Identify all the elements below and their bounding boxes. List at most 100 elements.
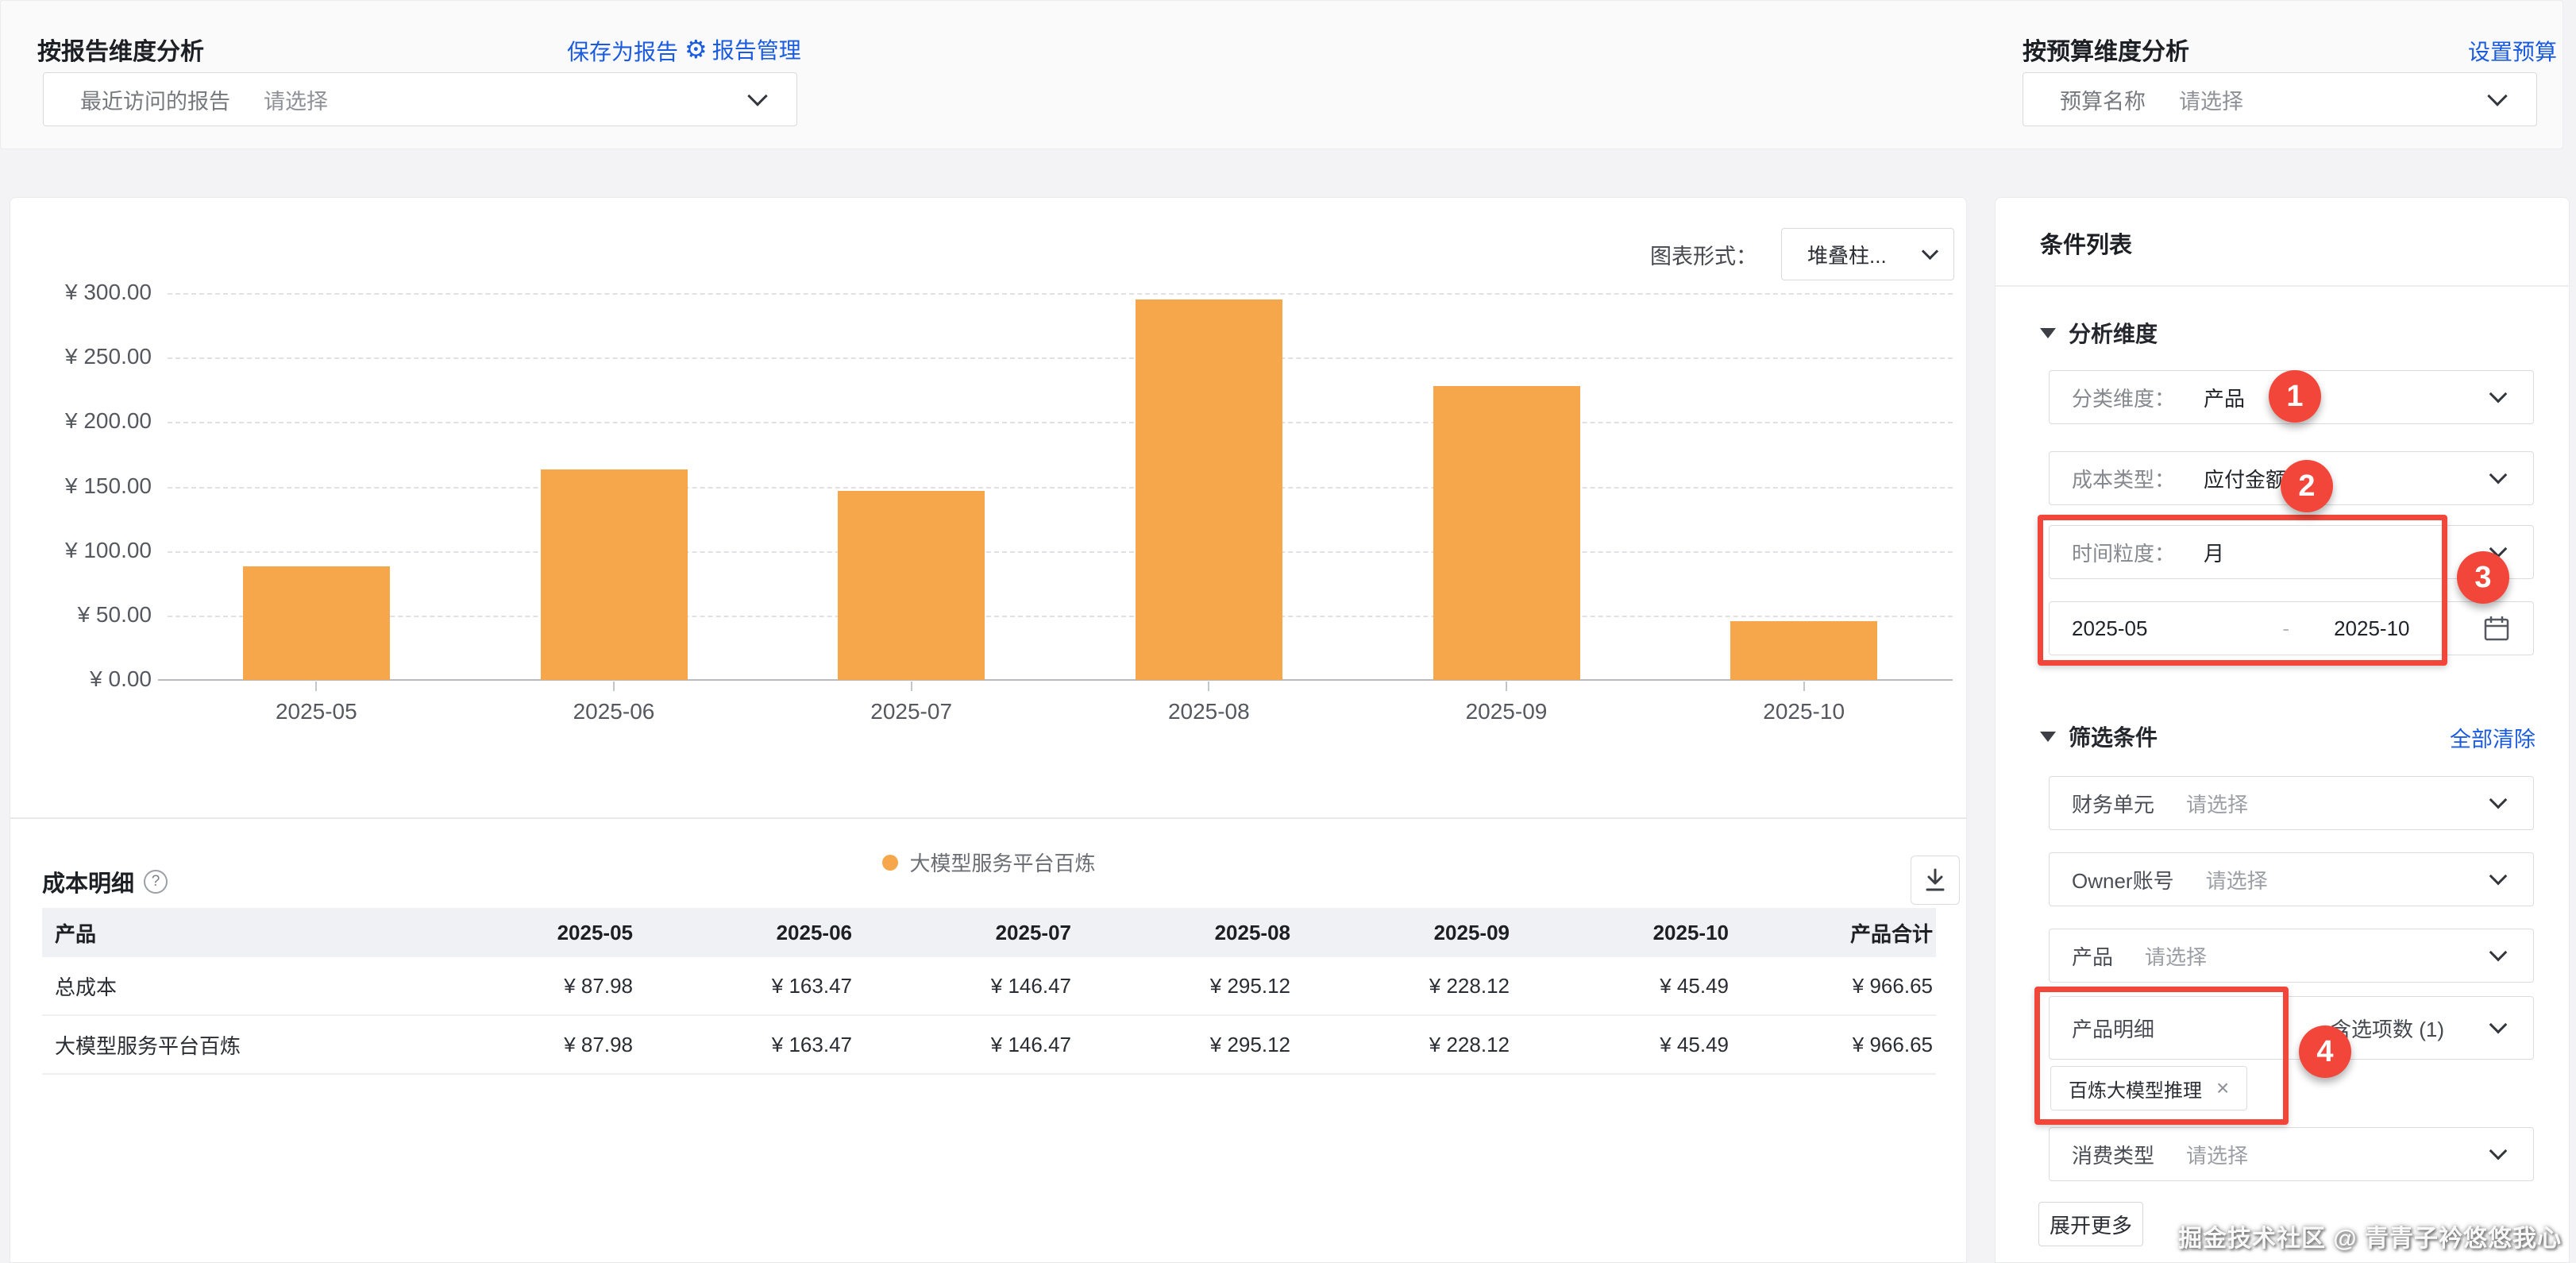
setup-budget-link[interactable]: 设置预算 (2468, 35, 2557, 67)
gridline (168, 422, 1953, 423)
gridline (168, 293, 1953, 295)
value-cell: ¥ 87.98 (417, 1033, 636, 1057)
owner-account-label: Owner账号 (2072, 865, 2174, 894)
product-select[interactable]: 产品 请选择 (2049, 929, 2534, 983)
bar-2025-08[interactable] (1136, 299, 1282, 680)
y-axis-tick-label: ¥ 250.00 (1, 344, 152, 369)
chart-type-label: 图表形式： (1650, 239, 1757, 270)
analysis-dimension-label: 分析维度 (2069, 317, 2158, 349)
annotation-box-product-detail (2034, 987, 2289, 1125)
chart-type-row: 图表形式： 堆叠柱... (1650, 228, 1954, 280)
value-cell: ¥ 163.47 (636, 974, 855, 998)
value-cell: ¥ 146.47 (855, 974, 1074, 998)
clear-all-link[interactable]: 全部清除 (2450, 722, 2536, 753)
report-manage-link[interactable]: ⚙ 报告管理 (684, 33, 801, 65)
download-icon (1923, 867, 1947, 893)
finance-unit-select[interactable]: 财务单元 请选择 (2049, 776, 2534, 830)
y-axis-tick-label: ¥ 150.00 (1, 473, 152, 499)
consume-type-label: 消费类型 (2072, 1140, 2154, 1169)
y-axis-tick-label: ¥ 300.00 (1, 280, 152, 305)
bar-2025-06[interactable] (541, 469, 688, 680)
x-axis-label: 2025-10 (1655, 699, 1953, 724)
gridline (168, 616, 1953, 617)
recent-report-select-label: 最近访问的报告 (80, 84, 230, 115)
triangle-down-icon (2040, 732, 2056, 742)
y-axis-tick-label: ¥ 100.00 (1, 538, 152, 563)
calendar-icon[interactable] (2482, 614, 2511, 648)
owner-account-placeholder: 请选择 (2206, 865, 2268, 894)
table-header-row: 产品2025-052025-062025-072025-082025-09202… (42, 908, 1936, 957)
chevron-down-icon (2489, 791, 2508, 809)
annotation-box-time (2038, 515, 2447, 666)
category-dimension-label: 分类维度： (2072, 383, 2175, 412)
triangle-down-icon (2040, 328, 2056, 338)
value-cell: ¥ 295.12 (1074, 974, 1294, 998)
column-header: 2025-10 (1513, 921, 1732, 945)
condition-list-title: 条件列表 (2040, 226, 2132, 260)
analysis-dimension-section[interactable]: 分析维度 (2040, 317, 2158, 349)
bar-2025-07[interactable] (838, 491, 985, 680)
budget-name-select-label: 预算名称 (2060, 84, 2146, 115)
column-header: 产品 (42, 918, 417, 948)
save-as-report-link[interactable]: 保存为报告 (567, 35, 678, 67)
value-cell: ¥ 146.47 (855, 1033, 1074, 1057)
gridline (168, 487, 1953, 489)
chart-type-value: 堆叠柱... (1807, 240, 1887, 269)
x-axis-tick (911, 682, 912, 691)
value-cell: ¥ 228.12 (1294, 974, 1513, 998)
category-dimension-value: 产品 (2204, 383, 2245, 412)
x-axis-tick (315, 682, 317, 691)
gridline (168, 357, 1953, 359)
budget-name-select-placeholder: 请选择 (2179, 84, 2243, 115)
expand-more-button[interactable]: 展开更多 (2038, 1202, 2143, 1246)
x-axis-label: 2025-08 (1060, 699, 1358, 724)
chart-legend[interactable]: 大模型服务平台百炼 (10, 848, 1968, 877)
chevron-down-icon (2489, 1016, 2508, 1034)
annotation-badge-2: 2 (2281, 460, 2333, 512)
chart-type-select[interactable]: 堆叠柱... (1781, 228, 1954, 280)
bar-2025-05[interactable] (243, 566, 390, 680)
product-placeholder: 请选择 (2145, 941, 2207, 971)
divider (1996, 285, 2569, 287)
owner-account-select[interactable]: Owner账号 请选择 (2049, 852, 2534, 906)
value-cell: ¥ 966.65 (1732, 1033, 1936, 1057)
report-analysis-title: 按报告维度分析 (37, 32, 204, 67)
column-header: 产品合计 (1732, 918, 1936, 948)
gridline (168, 551, 1953, 553)
chevron-down-icon (2489, 944, 2508, 962)
value-cell: ¥ 295.12 (1074, 1033, 1294, 1057)
consume-type-placeholder: 请选择 (2186, 1140, 2248, 1169)
table-row[interactable]: 大模型服务平台百炼¥ 87.98¥ 163.47¥ 146.47¥ 295.12… (42, 1016, 1936, 1075)
help-question-icon[interactable]: ? (144, 870, 168, 894)
legend-label: 大模型服务平台百炼 (909, 848, 1095, 877)
cost-detail-title: 成本明细 (42, 865, 134, 898)
chevron-down-icon (1922, 243, 1938, 260)
top-analysis-card: 按报告维度分析 保存为报告 ⚙ 报告管理 最近访问的报告 请选择 按预算维度分析… (0, 0, 2563, 149)
x-axis-tick (1803, 682, 1805, 691)
x-axis-tick (1208, 682, 1209, 691)
budget-name-select[interactable]: 预算名称 请选择 (2023, 72, 2537, 126)
table-row[interactable]: 总成本¥ 87.98¥ 163.47¥ 146.47¥ 295.12¥ 228.… (42, 957, 1936, 1016)
bar-2025-09[interactable] (1433, 386, 1580, 680)
consume-type-select[interactable]: 消费类型 请选择 (2049, 1127, 2534, 1181)
annotation-badge-4: 4 (2299, 1025, 2351, 1078)
finance-unit-label: 财务单元 (2072, 789, 2154, 818)
column-header: 2025-06 (636, 921, 855, 945)
row-name-cell: 总成本 (42, 971, 417, 1001)
column-header: 2025-07 (855, 921, 1074, 945)
budget-analysis-title: 按预算维度分析 (2023, 32, 2189, 67)
annotation-badge-1: 1 (2269, 370, 2321, 423)
chevron-down-icon (2487, 86, 2507, 106)
chevron-down-icon (2489, 385, 2508, 404)
value-cell: ¥ 45.49 (1513, 974, 1732, 998)
filter-condition-section[interactable]: 筛选条件 (2040, 720, 2158, 752)
download-button[interactable] (1911, 856, 1960, 905)
value-cell: ¥ 228.12 (1294, 1033, 1513, 1057)
bar-2025-10[interactable] (1730, 621, 1877, 680)
recent-report-select[interactable]: 最近访问的报告 请选择 (43, 72, 797, 126)
table-title-row: 成本明细 ? (42, 865, 168, 898)
x-axis-label: 2025-06 (465, 699, 763, 724)
x-axis-tick (613, 682, 615, 691)
chevron-down-icon (747, 86, 767, 106)
product-label: 产品 (2072, 941, 2113, 971)
